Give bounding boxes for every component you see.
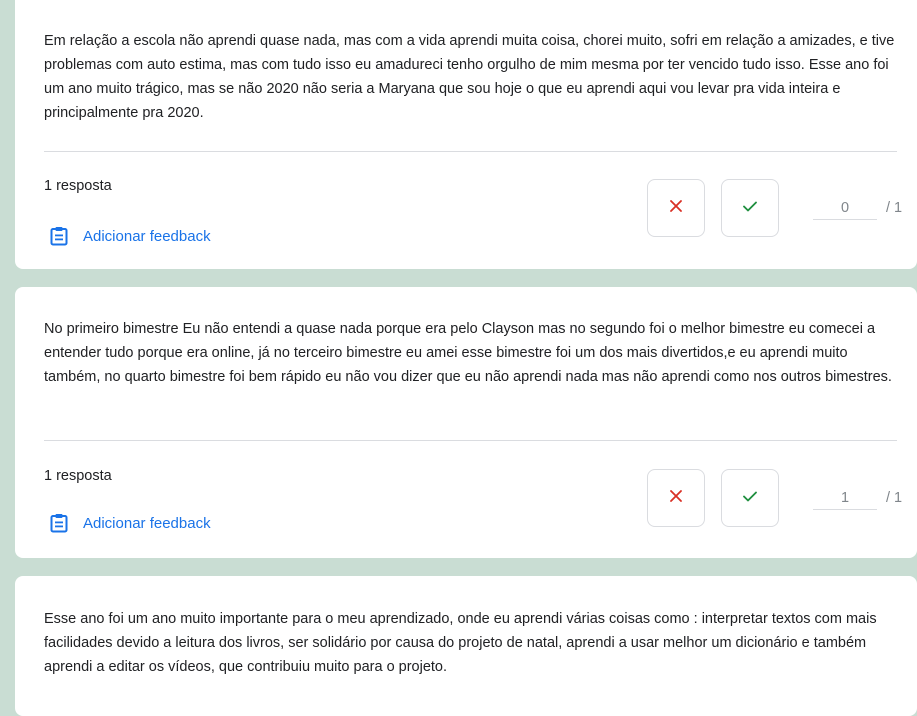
add-feedback-button[interactable]: Adicionar feedback bbox=[50, 226, 211, 246]
close-icon bbox=[670, 489, 682, 507]
score-input[interactable]: 0 bbox=[813, 197, 877, 220]
add-feedback-button[interactable]: Adicionar feedback bbox=[50, 513, 211, 533]
mark-correct-button[interactable] bbox=[721, 179, 779, 237]
response-card: No primeiro bimestre Eu não entendi a qu… bbox=[15, 287, 917, 558]
mark-incorrect-button[interactable] bbox=[647, 469, 705, 527]
divider bbox=[44, 151, 897, 152]
clipboard-feedback-icon bbox=[50, 513, 68, 533]
add-feedback-label: Adicionar feedback bbox=[83, 514, 211, 532]
score-total: / 1 bbox=[886, 200, 903, 216]
check-icon bbox=[743, 489, 757, 507]
response-answer-text: No primeiro bimestre Eu não entendi a qu… bbox=[44, 321, 892, 385]
add-feedback-label: Adicionar feedback bbox=[83, 227, 211, 245]
mark-correct-button[interactable] bbox=[721, 469, 779, 527]
score-input[interactable]: 1 bbox=[813, 487, 877, 510]
close-icon bbox=[670, 199, 682, 217]
score-total: / 1 bbox=[886, 490, 903, 506]
response-answer-text: Em relação a escola não aprendi quase na… bbox=[44, 33, 895, 121]
response-count: 1 resposta bbox=[44, 178, 112, 194]
check-icon bbox=[743, 199, 757, 217]
response-card: Esse ano foi um ano muito importante par… bbox=[15, 576, 917, 716]
clipboard-feedback-icon bbox=[50, 226, 68, 246]
response-card: Em relação a escola não aprendi quase na… bbox=[15, 0, 917, 269]
response-count: 1 resposta bbox=[44, 468, 112, 484]
divider bbox=[44, 440, 897, 441]
response-answer-text: Esse ano foi um ano muito importante par… bbox=[44, 611, 877, 675]
mark-incorrect-button[interactable] bbox=[647, 179, 705, 237]
